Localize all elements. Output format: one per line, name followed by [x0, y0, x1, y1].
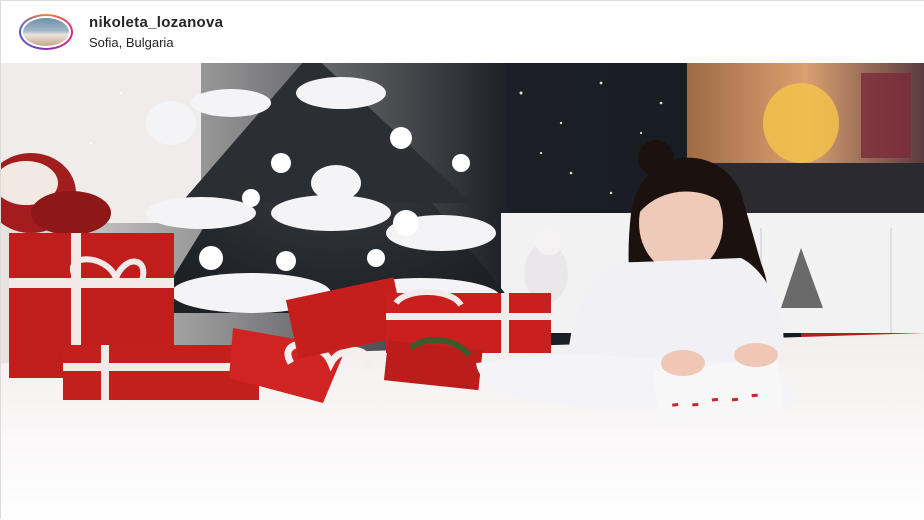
user-info: nikoleta_lozanova Sofia, Bulgaria	[89, 13, 223, 51]
tv-figure	[861, 73, 911, 158]
location-link[interactable]: Sofia, Bulgaria	[89, 34, 223, 51]
tv-figure-dress	[763, 83, 839, 163]
post-header: nikoleta_lozanova Sofia, Bulgaria	[1, 1, 924, 63]
username-link[interactable]: nikoleta_lozanova	[89, 13, 223, 32]
avatar-image	[23, 18, 69, 46]
post-photo[interactable]	[1, 63, 924, 520]
instagram-post: nikoleta_lozanova Sofia, Bulgaria	[0, 0, 924, 520]
profile-avatar[interactable]	[19, 14, 73, 50]
photo-illustration	[1, 63, 924, 520]
avatar-border	[21, 16, 71, 48]
